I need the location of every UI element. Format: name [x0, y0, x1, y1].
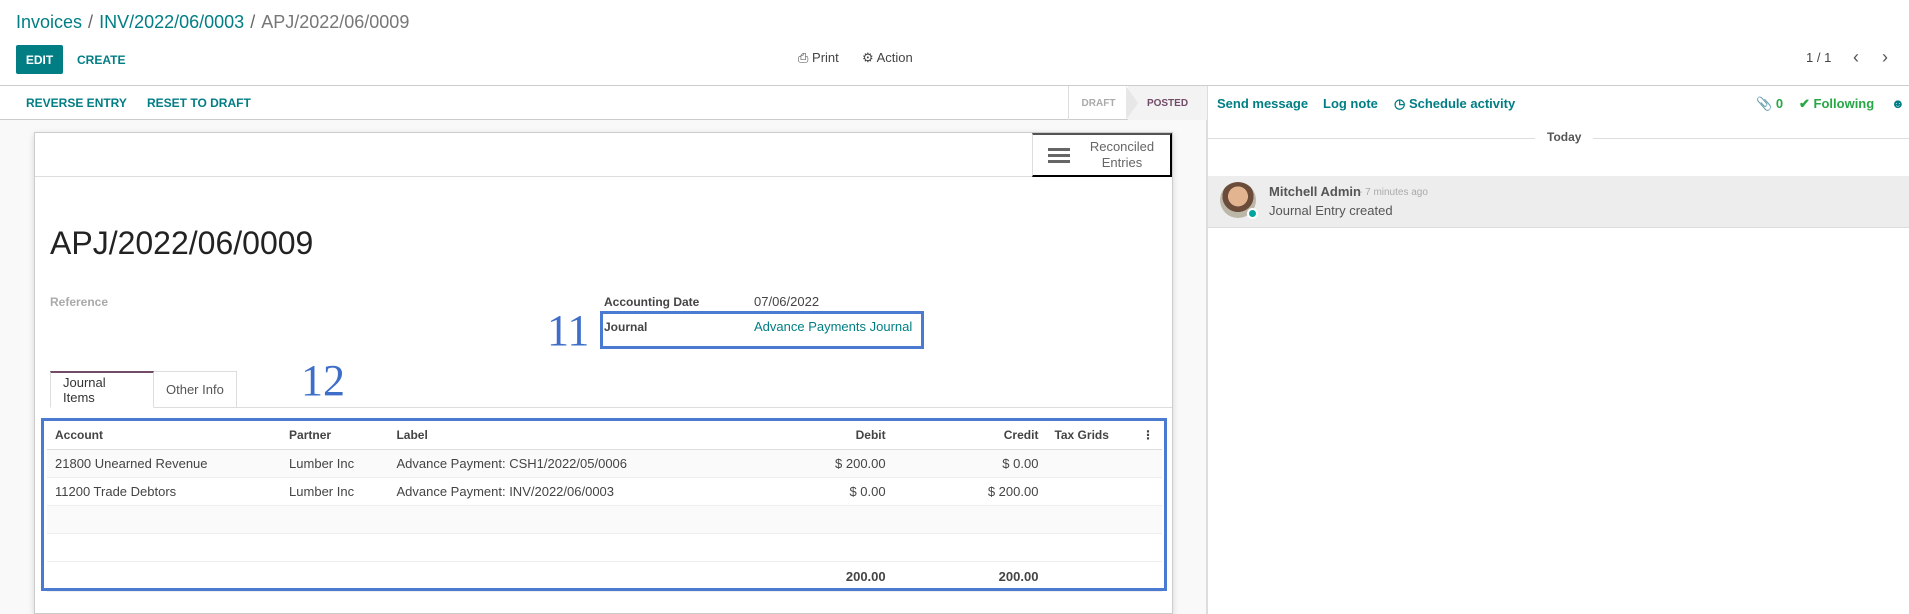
journal-items-table: Account Partner Label Debit Credit Tax G…: [47, 421, 1162, 592]
cell-tax-grids: [1046, 449, 1134, 478]
cell-spacer: [1133, 449, 1162, 478]
form-sheet: Reconciled Entries APJ/2022/06/0009 Refe…: [34, 132, 1173, 614]
attachments-button[interactable]: 📎 0: [1756, 96, 1783, 112]
annotation-marker-11: 11: [547, 306, 590, 355]
control-panel: Invoices / INV/2022/06/0003/APJ/2022/06/00…: [0, 0, 1909, 86]
accounting-date-value: 07/06/2022: [754, 294, 820, 309]
message-body: Journal Entry created: [1269, 203, 1393, 218]
table-header-row: Account Partner Label Debit Credit Tax G…: [47, 421, 1162, 450]
reverse-entry-button[interactable]: REVERSE ENTRY: [26, 96, 127, 110]
print-icon: ⎙: [798, 50, 809, 65]
button-box: Reconciled Entries: [35, 133, 1172, 177]
following-button[interactable]: ✔ Following: [1799, 96, 1874, 112]
notebook-tabs: Journal Items Other Info: [50, 371, 1172, 408]
column-header-partner[interactable]: Partner: [281, 421, 389, 450]
empty-row: [47, 505, 1162, 534]
log-note-button[interactable]: Log note: [1323, 96, 1378, 111]
column-header-account[interactable]: Account: [47, 421, 282, 450]
check-icon: ✔: [1799, 96, 1810, 111]
reset-to-draft-button[interactable]: RESET TO DRAFT: [147, 96, 251, 110]
optional-columns-icon[interactable]: ⋮: [1133, 421, 1162, 450]
breadcrumb-current: APJ/2022/06/0009: [261, 12, 410, 32]
clock-icon: ◷: [1394, 96, 1406, 111]
user-icon: ☻: [1891, 96, 1905, 111]
annotation-marker-12: 12: [301, 356, 345, 405]
column-header-label[interactable]: Label: [388, 421, 741, 450]
reconciled-entries-label: Reconciled Entries: [1089, 139, 1155, 170]
gear-icon: ⚙: [862, 50, 874, 65]
statusbar: REVERSE ENTRY RESET TO DRAFT DRAFT POSTE…: [0, 86, 1207, 120]
table-row[interactable]: 11200 Trade Debtors Lumber Inc Advance P…: [47, 477, 1162, 506]
schedule-activity-button[interactable]: ◷ Schedule activity: [1394, 96, 1515, 112]
cell-debit: $ 200.00: [740, 449, 894, 478]
chevron-left-icon[interactable]: ‹: [1853, 47, 1859, 68]
tab-other-info[interactable]: Other Info: [154, 371, 237, 408]
send-message-button[interactable]: Send message: [1217, 96, 1308, 111]
breadcrumb-parent-invoice[interactable]: INV/2022/06/0003: [99, 12, 244, 32]
following-label: Following: [1813, 96, 1875, 111]
cell-label: Advance Payment: CSH1/2022/05/0006: [388, 449, 741, 478]
reconciled-entries-button[interactable]: Reconciled Entries: [1032, 133, 1172, 177]
followers-button[interactable]: ☻ 1: [1891, 96, 1909, 111]
pager-value[interactable]: 1 / 1: [1806, 50, 1831, 65]
schedule-activity-label: Schedule activity: [1408, 96, 1516, 111]
accounting-date-label: Accounting Date: [604, 295, 700, 309]
tab-journal-items[interactable]: Journal Items: [50, 371, 154, 408]
online-status-icon: [1247, 208, 1258, 219]
column-header-tax-grids[interactable]: Tax Grids: [1046, 421, 1134, 450]
state-draft[interactable]: DRAFT: [1068, 86, 1128, 120]
chatter-topbar: Send message Log note ◷ Schedule activit…: [1208, 86, 1909, 120]
cell-tax-grids: [1046, 477, 1134, 506]
state-arrow-icon: [1126, 86, 1138, 120]
reference-label: Reference: [50, 295, 109, 309]
cell-partner: Lumber Inc: [281, 477, 389, 506]
print-button[interactable]: ⎙ Print: [798, 50, 839, 66]
column-header-debit[interactable]: Debit: [740, 421, 894, 450]
cell-partner: Lumber Inc: [281, 449, 389, 478]
cell-account: 11200 Trade Debtors: [47, 477, 282, 506]
totals-row: 200.00 200.00: [47, 560, 1162, 592]
date-separator-label: Today: [1535, 130, 1594, 144]
state-posted[interactable]: POSTED: [1128, 86, 1207, 120]
action-button[interactable]: ⚙ Action: [862, 50, 913, 66]
cell-account: 21800 Unearned Revenue: [47, 449, 282, 478]
cell-label: Advance Payment: INV/2022/06/0003: [388, 477, 741, 506]
print-label: Print: [812, 50, 839, 65]
chatter-message: Mitchell Admin - 7 minutes ago Journal E…: [1208, 176, 1909, 228]
message-timestamp: - 7 minutes ago: [1359, 187, 1428, 198]
entry-title: APJ/2022/06/0009: [50, 225, 314, 261]
breadcrumb-separator: /: [250, 12, 256, 32]
breadcrumb-separator: /: [88, 12, 94, 32]
breadcrumb: Invoices / INV/2022/06/0003/APJ/2022/06/00…: [16, 12, 409, 33]
total-credit: 200.00: [893, 560, 1047, 592]
edit-button[interactable]: EDIT: [16, 45, 63, 74]
column-header-credit[interactable]: Credit: [893, 421, 1047, 450]
paperclip-icon: 📎: [1756, 96, 1773, 111]
breadcrumb-invoices[interactable]: Invoices: [16, 12, 82, 32]
cell-credit: $ 200.00: [893, 477, 1047, 506]
attachments-count: 0: [1775, 96, 1784, 111]
chatter: Send message Log note ◷ Schedule activit…: [1207, 86, 1909, 614]
action-label: Action: [876, 50, 913, 65]
empty-row: [47, 533, 1162, 562]
cell-spacer: [1133, 477, 1162, 506]
cell-debit: $ 0.00: [740, 477, 894, 506]
create-button[interactable]: CREATE: [73, 45, 129, 74]
message-author[interactable]: Mitchell Admin: [1269, 184, 1361, 199]
chevron-right-icon[interactable]: ›: [1882, 47, 1888, 68]
annotation-box-journal: [600, 311, 924, 349]
bars-icon: [1048, 147, 1070, 163]
total-debit: 200.00: [740, 560, 894, 592]
cell-credit: $ 0.00: [893, 449, 1047, 478]
table-row[interactable]: 21800 Unearned Revenue Lumber Inc Advanc…: [47, 449, 1162, 478]
